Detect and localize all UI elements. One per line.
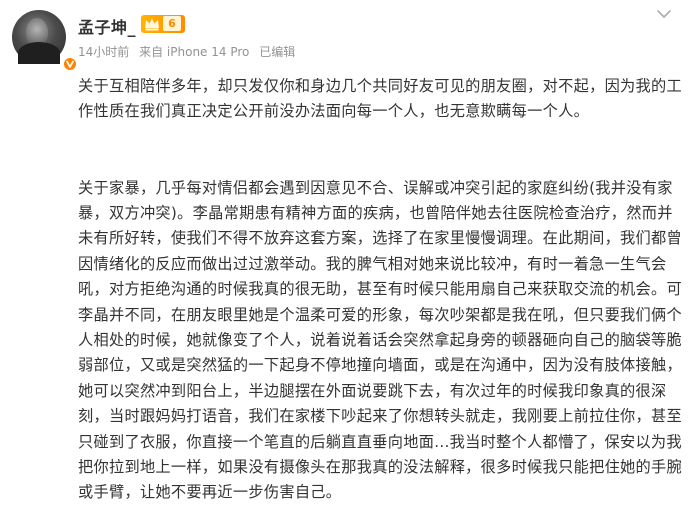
post-paragraph-1: 关于互相陪伴多年，却只发仅你和身边几个共同好友可见的朋友圈，对不起，因为我的工作… <box>78 77 683 121</box>
username[interactable]: 孟子坤_ <box>78 14 136 38</box>
post-edited[interactable]: 已编辑 <box>259 45 295 59</box>
post-meta: 14小时前 来自 iPhone 14 Pro 已编辑 <box>78 43 301 60</box>
level-badge[interactable]: 6 <box>141 15 185 33</box>
avatar-shoulder <box>18 42 60 64</box>
avatar[interactable] <box>12 10 78 72</box>
level-number: 6 <box>163 16 181 31</box>
post-source: 来自 iPhone 14 Pro <box>139 45 250 59</box>
weibo-post: 孟子坤_ 6 14小时前 来自 iPhone 14 Pro 已编辑 关于互相陪伴… <box>0 0 694 525</box>
post-paragraph-2: 关于家暴，几乎每对情侣都会遇到因意见不合、误解或冲突引起的家庭纠纷(我并没有家暴… <box>78 178 683 502</box>
post-content: 关于互相陪伴多年，却只发仅你和身边几个共同好友可见的朋友圈，对不起，因为我的工作… <box>78 74 684 506</box>
verified-v-icon <box>62 56 78 72</box>
chevron-down-icon[interactable] <box>656 8 672 20</box>
crown-icon <box>145 18 159 31</box>
post-time[interactable]: 14小时前 <box>78 45 129 59</box>
